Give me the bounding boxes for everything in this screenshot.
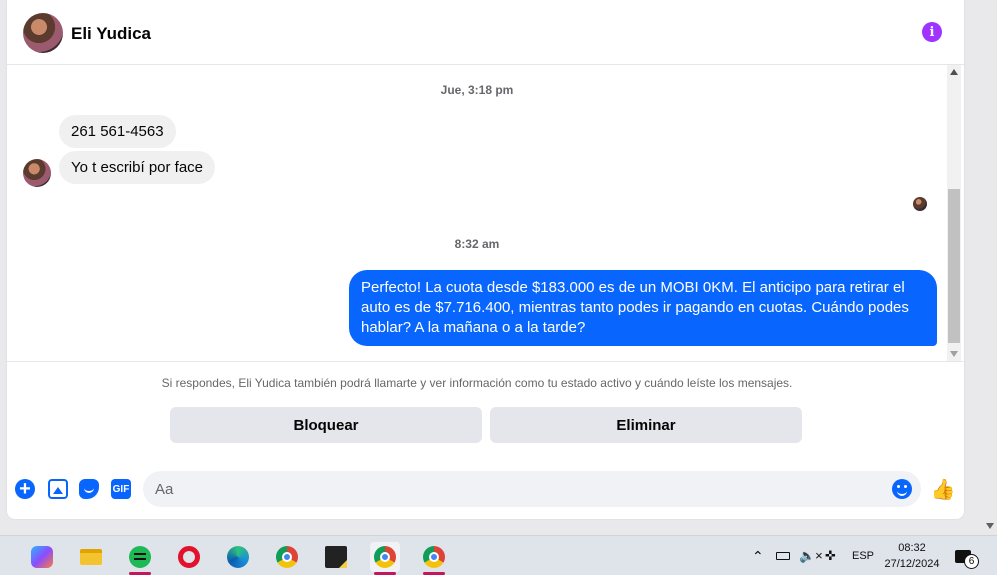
- scroll-up-arrow-icon[interactable]: [950, 69, 958, 75]
- block-button[interactable]: Bloquear: [170, 407, 482, 443]
- chrome-profile-2-app[interactable]: [419, 542, 449, 575]
- incoming-message[interactable]: Yo t escribí por face: [59, 151, 216, 184]
- clock-date: 27/12/2024: [884, 558, 940, 570]
- message-composer: + GIF 👍: [7, 466, 964, 510]
- sender-avatar: [23, 159, 51, 187]
- wifi-icon[interactable]: ✜: [825, 536, 836, 575]
- info-icon: i: [929, 24, 935, 40]
- message-request-panel: Si respondes, Eli Yudica también podrá l…: [7, 361, 964, 453]
- chat-window: Eli Yudica i Jue, 3:18 pm 261 561-4563 Y…: [7, 0, 964, 519]
- copilot-app[interactable]: [27, 542, 57, 572]
- edge-icon: [227, 546, 249, 568]
- chrome-icon: [374, 546, 396, 568]
- edge-app[interactable]: [223, 542, 253, 572]
- delete-button[interactable]: Eliminar: [490, 407, 802, 443]
- scroll-down-arrow-icon[interactable]: [950, 351, 958, 357]
- chat-header: Eli Yudica i: [7, 0, 964, 65]
- chrome-profile-app[interactable]: [370, 542, 400, 575]
- spotify-app[interactable]: [125, 542, 155, 575]
- tray-overflow-chevron-icon[interactable]: ⌃: [752, 536, 764, 575]
- spotify-icon: [129, 546, 151, 568]
- input-language[interactable]: ESP: [852, 536, 874, 575]
- contact-name[interactable]: Eli Yudica: [71, 24, 151, 44]
- volume-muted-icon[interactable]: 🔈×: [799, 536, 823, 575]
- contact-avatar[interactable]: [23, 13, 63, 53]
- thumbs-up-icon[interactable]: 👍: [931, 478, 956, 501]
- opera-app[interactable]: [174, 542, 204, 572]
- scroll-thumb[interactable]: [948, 189, 960, 343]
- opera-icon: [178, 546, 200, 568]
- outgoing-message[interactable]: Perfecto! La cuota desde $183.000 es de …: [349, 270, 937, 346]
- chrome-icon: [423, 546, 445, 568]
- sticker-icon[interactable]: [79, 479, 99, 499]
- battery-icon[interactable]: [776, 536, 790, 575]
- message-list: Jue, 3:18 pm 261 561-4563 Yo t escribí p…: [7, 65, 947, 361]
- message-timestamp: 8:32 am: [454, 237, 500, 251]
- message-input[interactable]: [143, 471, 921, 507]
- gallery-icon[interactable]: [48, 479, 68, 499]
- clock-time: 08:32: [898, 542, 926, 554]
- incoming-message[interactable]: 261 561-4563: [59, 115, 176, 148]
- sticky-notes-icon: [325, 546, 347, 568]
- chrome-icon: [276, 546, 298, 568]
- seen-indicator-avatar: [913, 197, 927, 211]
- system-clock[interactable]: 08:32 27/12/2024: [881, 536, 943, 575]
- message-timestamp: Jue, 3:18 pm: [440, 83, 514, 97]
- info-button[interactable]: i: [922, 22, 942, 42]
- folder-icon: [80, 549, 102, 565]
- sticky-notes-app[interactable]: [321, 542, 351, 572]
- chrome-app[interactable]: [272, 542, 302, 572]
- file-explorer-app[interactable]: [76, 542, 106, 572]
- gif-icon[interactable]: GIF: [111, 479, 131, 499]
- plus-icon[interactable]: +: [15, 479, 35, 499]
- privacy-notice: Si respondes, Eli Yudica también podrá l…: [161, 376, 793, 390]
- taskbar: ⌃ 🔈× ✜ ESP 08:32 27/12/2024 6: [0, 535, 997, 575]
- notification-count-badge: 6: [964, 554, 979, 569]
- message-scrollbar[interactable]: [947, 65, 961, 361]
- copilot-icon: [31, 546, 53, 568]
- emoji-icon[interactable]: [892, 479, 912, 499]
- page-scroll-down-icon[interactable]: [986, 523, 994, 529]
